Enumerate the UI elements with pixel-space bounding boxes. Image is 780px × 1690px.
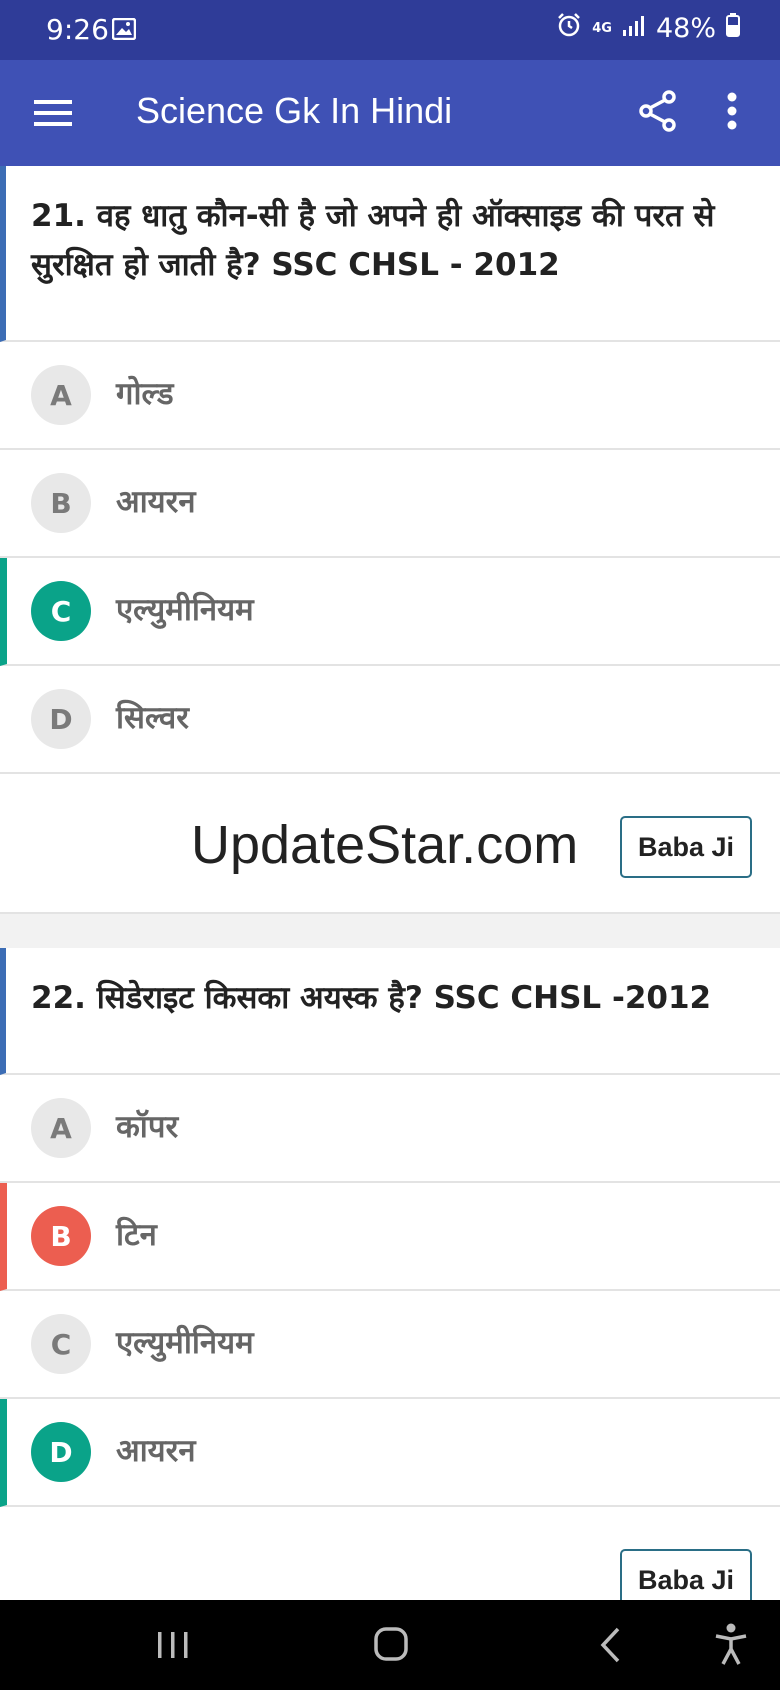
option-letter: D [31,1422,91,1482]
option-letter: D [31,689,91,749]
option-a[interactable]: A गोल्ड [0,342,780,450]
option-c-correct[interactable]: C एल्युमीनियम [0,558,780,666]
card-gap [0,914,780,948]
option-label: आयरन [116,484,196,520]
ad-brand: UpdateStar.com [191,815,579,875]
accessibility-icon[interactable] [714,1622,748,1670]
ad-banner[interactable]: UpdateStar.com Baba Ji [0,774,780,914]
option-c[interactable]: C एल्युमीनियम [0,1291,780,1399]
question-list: 21. वह धातु कौन-सी है जो अपने ही ऑक्साइड… [0,166,780,1600]
option-label: एल्युमीनियम [116,1325,254,1361]
more-options-icon[interactable] [726,92,738,136]
option-letter: B [31,1206,91,1266]
battery-percent: 48% [655,13,716,44]
option-letter: B [31,473,91,533]
option-letter: C [31,1314,91,1374]
option-label: एल्युमीनियम [116,592,254,628]
option-label: सिल्वर [116,700,189,736]
home-icon[interactable] [373,1626,409,1666]
option-b-wrong[interactable]: B टिन [0,1183,780,1291]
question-text: 22. सिडेराइट किसका अयस्क है? SSC CHSL -2… [0,948,780,1075]
option-label: टिन [116,1217,157,1253]
back-icon[interactable] [598,1626,622,1668]
ad-button[interactable]: Baba Ji [620,816,752,878]
option-letter: A [31,1098,91,1158]
network-type: 4G [592,21,612,36]
recent-apps-icon[interactable] [156,1630,190,1664]
option-d-correct[interactable]: D आयरन [0,1399,780,1507]
option-b[interactable]: B आयरन [0,450,780,558]
ad-banner[interactable]: Baba Ji [0,1507,780,1600]
app-bar: Science Gk In Hindi [0,60,780,166]
share-icon[interactable] [638,90,678,136]
app-title: Science Gk In Hindi [136,90,453,131]
option-a[interactable]: A कॉपर [0,1075,780,1183]
option-d[interactable]: D सिल्वर [0,666,780,774]
question-text: 21. वह धातु कौन-सी है जो अपने ही ऑक्साइड… [0,166,780,342]
question-card: 22. सिडेराइट किसका अयस्क है? SSC CHSL -2… [0,948,780,1600]
alarm-icon [556,12,582,45]
option-label: गोल्ड [116,376,174,412]
question-card: 21. वह धातु कौन-सी है जो अपने ही ऑक्साइड… [0,166,780,914]
ad-button[interactable]: Baba Ji [620,1549,752,1600]
image-icon [111,17,137,44]
option-letter: C [31,581,91,641]
signal-icon [622,13,646,44]
battery-icon [726,13,740,44]
option-letter: A [31,365,91,425]
option-label: आयरन [116,1433,196,1469]
navigation-bar [0,1600,780,1690]
option-label: कॉपर [116,1109,179,1145]
status-time: 9:26 [46,13,109,46]
menu-icon[interactable] [34,96,72,130]
status-bar: 9:26 4G 48% [0,0,780,60]
